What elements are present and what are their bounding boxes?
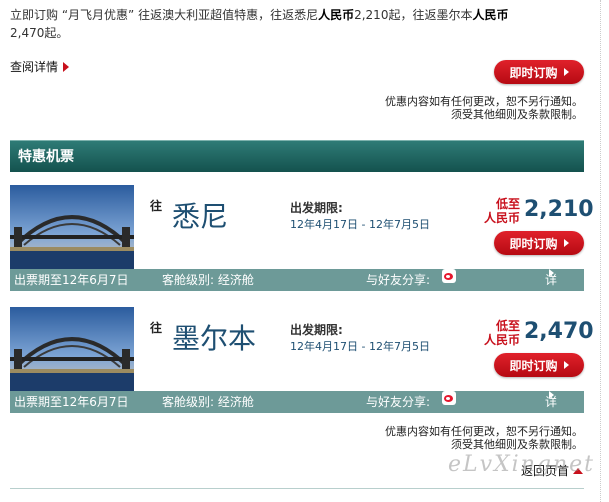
book-now-label: 即时订购 (509, 358, 558, 373)
watermark: eLvXingnet (447, 452, 595, 477)
arrow-right-icon (549, 391, 554, 399)
deal-info-bar: 出票期至12年6月7日 客舱级别: 经济舱 与好友分享: 详情 (10, 269, 584, 309)
price-prefix-line: 低至 (495, 319, 520, 333)
notice-line: 优惠内容如有任何更改，恕不另行通知。 (385, 95, 583, 108)
footer-divider (10, 488, 584, 489)
intro-text: 立即订购 “月飞月优惠” 往返澳大利亚超值特惠，往返悉尼人民币2,210起，往返… (10, 8, 509, 40)
destination-city: 悉尼 (172, 200, 229, 233)
price-value: 2,210 (524, 197, 594, 222)
weibo-icon[interactable] (442, 269, 456, 283)
notice-line: 优惠内容如有任何更改，恕不另行通知。 (385, 425, 583, 438)
harbour-bridge-photo (10, 307, 134, 391)
ticket-deadline: 出票期至12年6月7日 (14, 273, 129, 287)
price-prefix-line: 人民币 (483, 333, 520, 347)
arrow-right-icon (549, 269, 554, 277)
notice-line: 须受其他细则及条款限制。 (451, 108, 583, 121)
deal-card-sydney: 往 悉尼 出发期限: 12年4月17日 - 12年7月5日 低至 人民币 2,2… (10, 185, 594, 309)
share-label: 与好友分享: (366, 395, 431, 409)
cabin-class: 客舱级别: 经济舱 (162, 273, 254, 287)
period-dates: 12年4月17日 - 12年7月5日 (290, 218, 430, 231)
deal-info-bar: 出票期至12年6月7日 客舱级别: 经济舱 与好友分享: 详情 (10, 391, 584, 431)
notice-top: 优惠内容如有任何更改，恕不另行通知。 须受其他细则及条款限制。 (385, 95, 583, 121)
arrow-right-icon (563, 361, 569, 369)
to-label: 往 (150, 321, 163, 335)
section-title: 特惠机票 (10, 140, 584, 172)
period-dates: 12年4月17日 - 12年7月5日 (290, 340, 430, 353)
to-label: 往 (150, 199, 163, 213)
side-border (600, 0, 601, 502)
share-label: 与好友分享: (366, 273, 431, 287)
period-label: 出发期限: (290, 323, 343, 337)
destination-city: 墨尔本 (172, 322, 257, 355)
book-now-button[interactable]: 即时订购 (494, 60, 584, 84)
book-now-label: 即时订购 (509, 236, 558, 251)
price-prefix: 低至 人民币 (480, 319, 520, 347)
notice-bottom: 优惠内容如有任何更改，恕不另行通知。 须受其他细则及条款限制。 (385, 425, 583, 451)
period-label: 出发期限: (290, 201, 343, 215)
arrow-right-icon (63, 61, 70, 72)
ticket-deadline: 出票期至12年6月7日 (14, 395, 129, 409)
deal-card-melbourne: 往 墨尔本 出发期限: 12年4月17日 - 12年7月5日 低至 人民币 2,… (10, 307, 594, 431)
details-link-label: 查阅详情 (10, 60, 59, 74)
details-link[interactable]: 查阅详情 (10, 58, 70, 75)
book-now-button[interactable]: 即时订购 (494, 231, 584, 255)
price-prefix-line: 低至 (495, 197, 520, 211)
price-prefix: 低至 人民币 (480, 197, 520, 225)
price-prefix-line: 人民币 (483, 211, 520, 225)
cabin-class: 客舱级别: 经济舱 (162, 395, 254, 409)
arrow-right-icon (563, 239, 569, 247)
weibo-icon[interactable] (442, 391, 456, 405)
book-now-label: 即时订购 (509, 65, 558, 80)
book-now-button[interactable]: 即时订购 (494, 353, 584, 377)
notice-line: 须受其他细则及条款限制。 (451, 438, 583, 451)
price-value: 2,470 (524, 319, 594, 344)
harbour-bridge-photo (10, 185, 134, 269)
arrow-right-icon (563, 68, 569, 76)
